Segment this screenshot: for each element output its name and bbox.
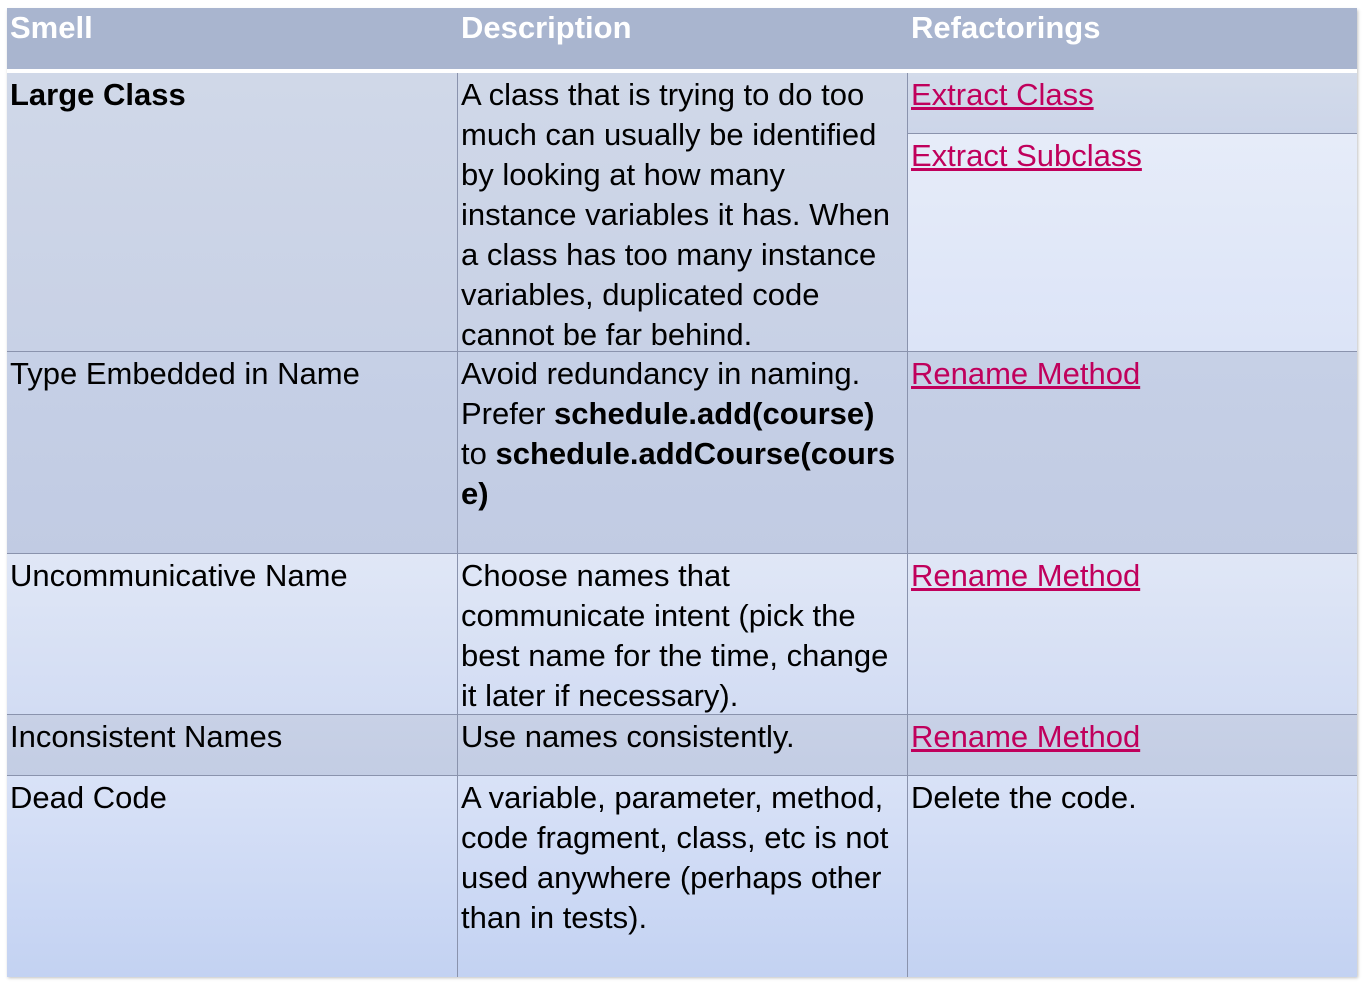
table-row: Dead Code A variable, parameter, method,… [7, 775, 1357, 977]
description-cell: Avoid redundancy in naming. Prefer sched… [457, 352, 907, 554]
header-smell: Smell [10, 10, 93, 45]
code-example-good: schedule.add(course) [554, 396, 875, 431]
refactoring-link-rename-method[interactable]: Rename Method [911, 354, 1140, 394]
description-cell: A class that is trying to do too much ca… [457, 73, 907, 351]
table-row: Large Class A class that is trying to do… [7, 73, 1357, 351]
description-cell: A variable, parameter, method, code frag… [457, 776, 907, 977]
refactoring-link-rename-method[interactable]: Rename Method [911, 717, 1140, 757]
code-example-bad: schedule.addCourse(course) [461, 436, 896, 511]
table-row: Uncommunicative Name Choose names that c… [7, 553, 1357, 715]
smell-name: Large Class [10, 77, 186, 112]
description-text: A variable, parameter, method, code frag… [461, 780, 889, 935]
refactoring-link-extract-class[interactable]: Extract Class [911, 75, 1094, 115]
refactorings-cell: Rename Method [907, 715, 1357, 776]
description-text: to [461, 436, 496, 471]
description-text: A class that is trying to do too much ca… [461, 77, 891, 351]
smell-name: Type Embedded in Name [10, 356, 360, 391]
refactoring-link-extract-subclass[interactable]: Extract Subclass [911, 136, 1142, 176]
smell-cell: Large Class [7, 73, 457, 351]
smell-cell: Uncommunicative Name [7, 554, 457, 715]
refactorings-cell: Delete the code. [907, 776, 1357, 977]
code-smells-table: Smell Description Refactorings Large Cla… [7, 8, 1357, 977]
refactoring-text: Delete the code. [911, 780, 1137, 815]
header-description: Description [461, 10, 632, 45]
description-cell: Choose names that communicate intent (pi… [457, 554, 907, 715]
header-refactorings: Refactorings [911, 10, 1101, 45]
table-row: Type Embedded in Name Avoid redundancy i… [7, 351, 1357, 554]
refactoring-subcell: Extract Subclass [908, 134, 1357, 351]
smell-cell: Type Embedded in Name [7, 352, 457, 554]
smell-cell: Dead Code [7, 776, 457, 977]
refactorings-cell: Extract Class Extract Subclass [907, 73, 1357, 351]
smell-name: Inconsistent Names [10, 719, 283, 754]
refactoring-link-rename-method[interactable]: Rename Method [911, 556, 1140, 596]
description-cell: Use names consistently. [457, 715, 907, 776]
smell-name: Uncommunicative Name [10, 558, 348, 593]
table-row: Inconsistent Names Use names consistentl… [7, 714, 1357, 776]
smell-name: Dead Code [10, 780, 167, 815]
refactorings-cell: Rename Method [907, 352, 1357, 554]
smell-cell: Inconsistent Names [7, 715, 457, 776]
refactoring-subcell: Extract Class [908, 73, 1357, 134]
refactorings-cell: Rename Method [907, 554, 1357, 715]
description-text: Choose names that communicate intent (pi… [461, 558, 889, 713]
table-header: Smell Description Refactorings [7, 8, 1357, 73]
description-text: Use names consistently. [461, 719, 795, 754]
